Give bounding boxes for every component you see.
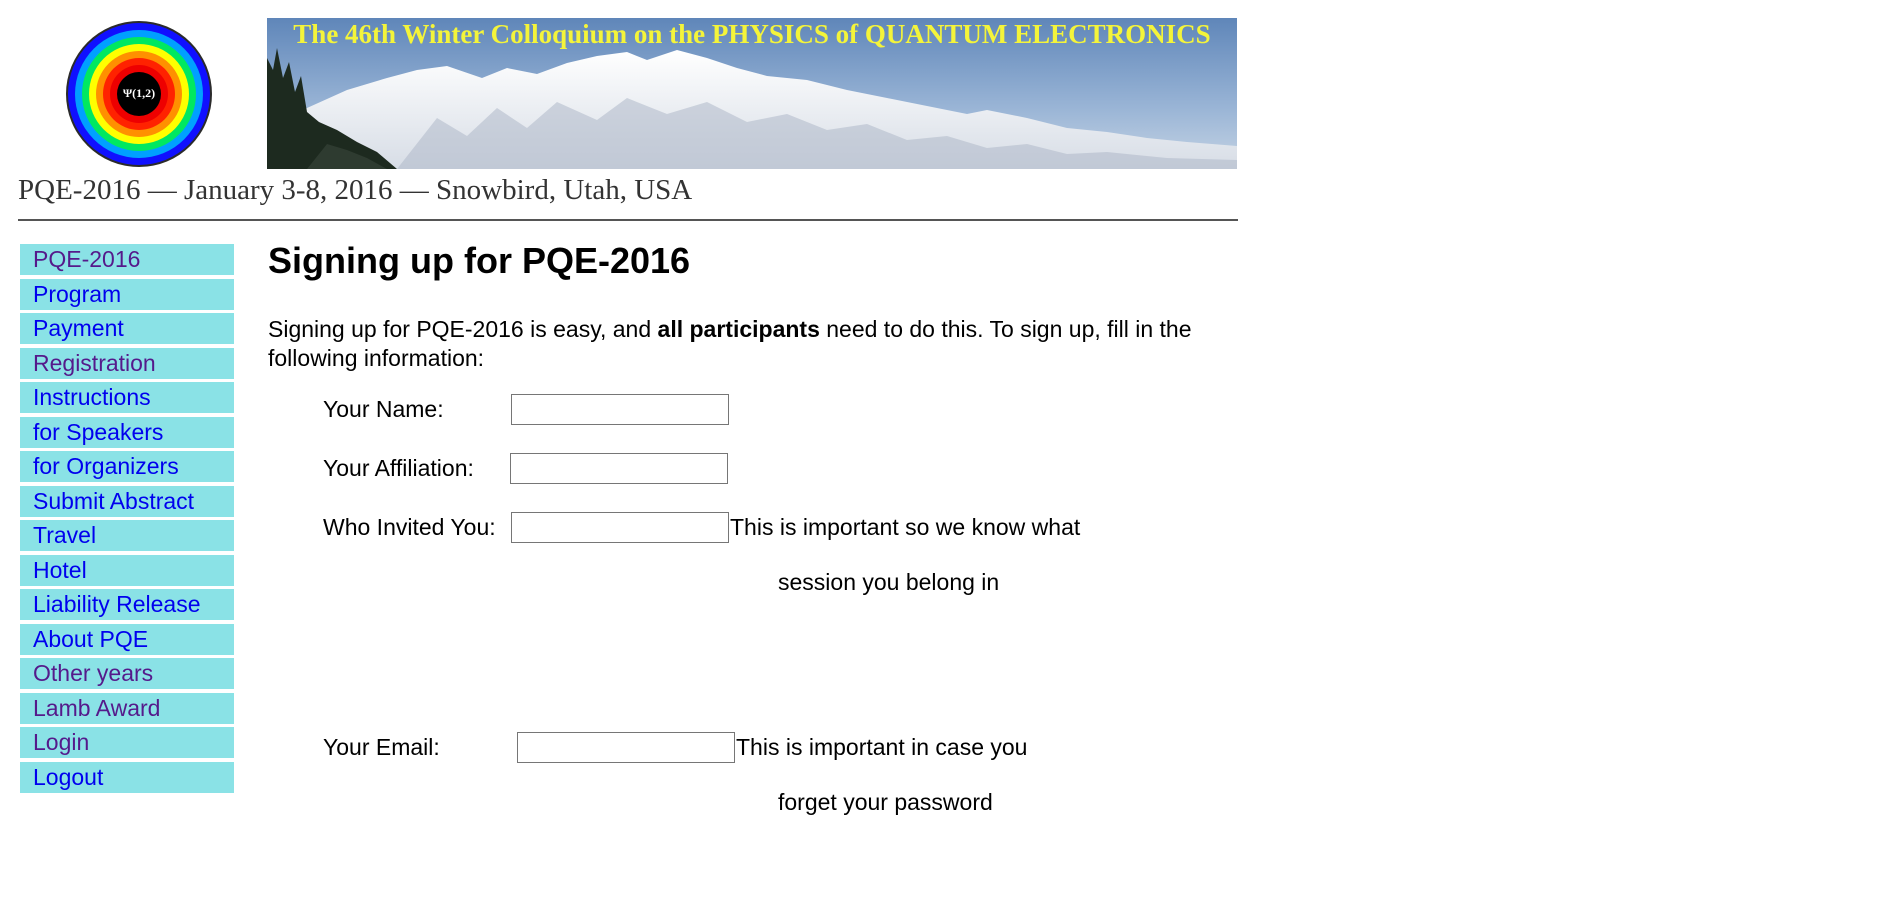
sidebar-item-hotel[interactable]: Hotel [20,554,234,586]
pqe-logo: Ψ(1,2) [65,20,213,168]
sidebar-item-registration[interactable]: Registration [20,347,234,379]
email-note-line1: This is important in case you [736,734,1028,760]
intro-emphasis: all participants [657,316,820,342]
invited-by-label: Who Invited You: [323,514,496,540]
email-input[interactable] [517,732,735,763]
intro-text-start: Signing up for PQE-2016 is easy, and [268,316,658,342]
affiliation-input[interactable] [510,453,728,484]
header-divider [18,219,1238,221]
invited-by-input[interactable] [511,512,729,543]
mountain-banner: The 46th Winter Colloquium on the PHYSIC… [267,18,1237,169]
sidebar-item-pqe-2016[interactable]: PQE-2016 [20,244,234,275]
email-label: Your Email: [323,734,440,760]
sidebar-item-travel[interactable]: Travel [20,520,234,551]
conference-subtitle: PQE-2016 — January 3-8, 2016 — Snowbird,… [18,174,693,206]
sidebar-item-for-organizers[interactable]: for Organizers [20,451,234,482]
intro-paragraph: Signing up for PQE-2016 is easy, and all… [268,315,1228,373]
name-input[interactable] [511,394,729,425]
sidebar-item-instructions[interactable]: Instructions [20,382,234,413]
sidebar-item-logout[interactable]: Logout [20,761,234,793]
sidebar-nav: PQE-2016 Program Payment Registration In… [20,244,234,796]
invited-note-line1: This is important so we know what [730,514,1081,540]
page-title: Signing up for PQE-2016 [268,240,691,281]
sidebar-item-for-speakers[interactable]: for Speakers [20,416,234,448]
banner-title: The 46th Winter Colloquium on the PHYSIC… [293,19,1211,49]
sidebar-item-lamb-award[interactable]: Lamb Award [20,692,234,724]
sidebar-item-liability-release[interactable]: Liability Release [20,589,234,620]
email-note-line2: forget your password [778,789,993,815]
logo-text: Ψ(1,2) [122,86,156,100]
sidebar-item-program[interactable]: Program [20,278,234,310]
name-label: Your Name: [323,396,444,422]
sidebar-item-about-pqe[interactable]: About PQE [20,623,234,655]
sidebar-item-submit-abstract[interactable]: Submit Abstract [20,485,234,517]
sidebar-item-login[interactable]: Login [20,727,234,758]
affiliation-label: Your Affiliation: [323,455,474,481]
sidebar-item-other-years[interactable]: Other years [20,658,234,689]
sidebar-item-payment[interactable]: Payment [20,313,234,344]
invited-note-line2: session you belong in [778,569,1000,595]
